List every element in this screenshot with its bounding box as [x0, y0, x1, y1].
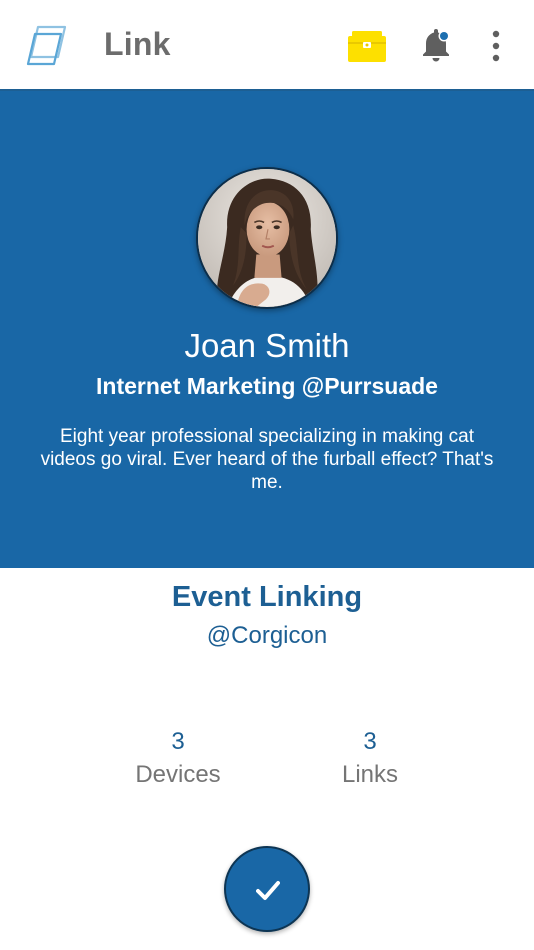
profile-bio: Eight year professional specializing in … — [40, 426, 494, 493]
wallet-icon[interactable] — [348, 31, 386, 62]
profile-photo — [198, 169, 336, 307]
links-label: Links — [341, 761, 399, 788]
app-screen: Link Joan Smith Internet Marketing @Purr… — [0, 0, 534, 950]
bell-icon[interactable] — [420, 28, 452, 62]
devices-count: 3 — [171, 728, 185, 755]
event-handle[interactable]: @Corgicon — [0, 622, 534, 650]
notification-dot — [440, 32, 448, 40]
app-bar: Link — [0, 0, 534, 91]
more-vertical-icon[interactable] — [482, 28, 510, 64]
devices-label: Devices — [135, 761, 221, 788]
links-count: 3 — [363, 728, 377, 755]
profile-role: Internet Marketing @Purrsuade — [96, 373, 438, 399]
confirm-fab-button[interactable] — [224, 846, 310, 932]
profile-name: Joan Smith — [184, 327, 350, 364]
checkmark-icon — [256, 881, 280, 900]
avatar[interactable] — [196, 167, 338, 309]
devices-stat[interactable]: 3 Devices — [98, 728, 258, 790]
app-title: Link — [104, 26, 171, 62]
link-logo-icon[interactable] — [26, 24, 70, 68]
profile-banner: Joan Smith Internet Marketing @Purrsuade… — [0, 91, 534, 568]
links-stat[interactable]: 3 Links — [290, 728, 450, 790]
event-title: Event Linking — [171, 581, 363, 613]
